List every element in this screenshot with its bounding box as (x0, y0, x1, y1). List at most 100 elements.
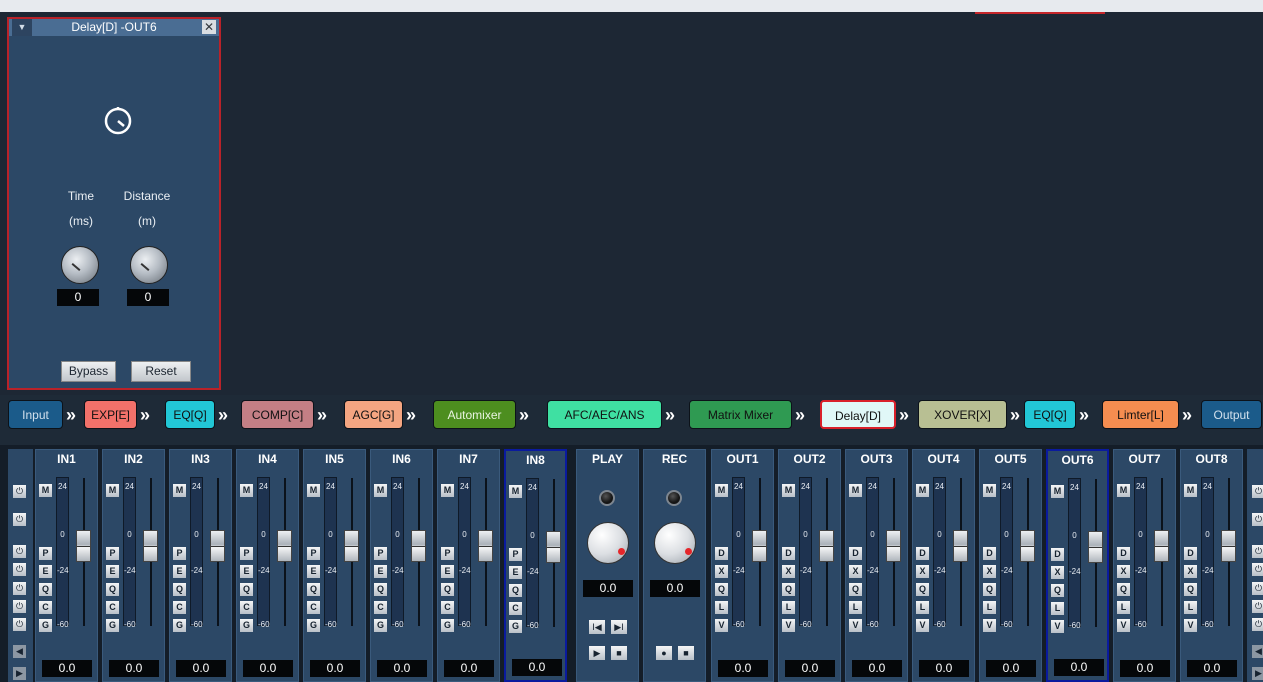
power-icon[interactable]: ⏻ (1252, 600, 1263, 613)
e-button[interactable]: E (173, 565, 186, 578)
g-button[interactable]: G (240, 619, 253, 632)
level-value[interactable]: 0.0 (512, 659, 562, 676)
m-button[interactable]: M (983, 484, 996, 497)
chain-block-7[interactable]: Matrix Mixer (689, 400, 792, 429)
e-button[interactable]: E (441, 565, 454, 578)
q-button[interactable]: Q (39, 583, 52, 596)
p-button[interactable]: P (509, 548, 522, 561)
stop-icon[interactable]: ■ (611, 646, 627, 660)
l-button[interactable]: L (983, 601, 996, 614)
record-icon[interactable]: ● (656, 646, 672, 660)
next-track-icon[interactable]: ▶I (611, 620, 627, 634)
m-button[interactable]: M (916, 484, 929, 497)
power-icon[interactable]: ⏻ (13, 485, 26, 498)
level-value[interactable]: 0.0 (109, 660, 159, 677)
l-button[interactable]: L (715, 601, 728, 614)
scroll-left-icon[interactable]: ◀ (1252, 645, 1263, 658)
p-button[interactable]: P (39, 547, 52, 560)
d-button[interactable]: D (849, 547, 862, 560)
e-button[interactable]: E (106, 565, 119, 578)
rec-volume-knob[interactable] (654, 522, 696, 564)
l-button[interactable]: L (849, 601, 862, 614)
q-button[interactable]: Q (441, 583, 454, 596)
e-button[interactable]: E (509, 566, 522, 579)
m-button[interactable]: M (307, 484, 320, 497)
fader-knob[interactable] (344, 530, 359, 562)
fader-knob[interactable] (210, 530, 225, 562)
d-button[interactable]: D (983, 547, 996, 560)
stop-icon[interactable]: ■ (678, 646, 694, 660)
level-value[interactable]: 0.0 (1187, 660, 1237, 677)
power-icon[interactable]: ⏻ (1252, 582, 1263, 595)
m-button[interactable]: M (106, 484, 119, 497)
c-button[interactable]: C (307, 601, 320, 614)
chain-block-6[interactable]: AFC/AEC/ANS (547, 400, 662, 429)
fader-knob[interactable] (76, 530, 91, 562)
c-button[interactable]: C (509, 602, 522, 615)
v-button[interactable]: V (715, 619, 728, 632)
e-button[interactable]: E (39, 565, 52, 578)
x-button[interactable]: X (1184, 565, 1197, 578)
x-button[interactable]: X (849, 565, 862, 578)
g-button[interactable]: G (106, 619, 119, 632)
e-button[interactable]: E (374, 565, 387, 578)
x-button[interactable]: X (1117, 565, 1130, 578)
level-value[interactable]: 0.0 (919, 660, 969, 677)
v-button[interactable]: V (1184, 619, 1197, 632)
d-button[interactable]: D (782, 547, 795, 560)
scroll-left-icon[interactable]: ◀ (13, 645, 26, 658)
l-button[interactable]: L (1051, 602, 1064, 615)
chain-block-9[interactable]: XOVER[X] (918, 400, 1007, 429)
power-icon[interactable]: ⏻ (13, 545, 26, 558)
p-button[interactable]: P (106, 547, 119, 560)
d-button[interactable]: D (1184, 547, 1197, 560)
panel-title-bar[interactable]: ▼ Delay[D] -OUT6 ✕ (9, 19, 219, 36)
m-button[interactable]: M (39, 484, 52, 497)
collapse-icon[interactable]: ▼ (12, 19, 32, 36)
v-button[interactable]: V (1051, 620, 1064, 633)
power-icon[interactable]: ⏻ (1252, 545, 1263, 558)
q-button[interactable]: Q (782, 583, 795, 596)
level-value[interactable]: 0.0 (986, 660, 1036, 677)
m-button[interactable]: M (849, 484, 862, 497)
bypass-button[interactable]: Bypass (61, 361, 116, 382)
g-button[interactable]: G (374, 619, 387, 632)
q-button[interactable]: Q (916, 583, 929, 596)
power-icon[interactable]: ⏻ (1252, 563, 1263, 576)
chain-block-1[interactable]: EXP[E] (84, 400, 137, 429)
level-value[interactable]: 0.0 (42, 660, 92, 677)
level-value[interactable]: 0.0 (444, 660, 494, 677)
level-value[interactable]: 0.0 (243, 660, 293, 677)
level-value[interactable]: 0.0 (852, 660, 902, 677)
m-button[interactable]: M (1184, 484, 1197, 497)
g-button[interactable]: G (173, 619, 186, 632)
chain-block-3[interactable]: COMP[C] (241, 400, 314, 429)
distance-value[interactable]: 0 (127, 289, 169, 306)
chain-block-4[interactable]: AGC[G] (344, 400, 403, 429)
m-button[interactable]: M (441, 484, 454, 497)
power-icon[interactable]: ⏻ (1252, 485, 1263, 498)
d-button[interactable]: D (916, 547, 929, 560)
p-button[interactable]: P (173, 547, 186, 560)
q-button[interactable]: Q (307, 583, 320, 596)
e-button[interactable]: E (307, 565, 320, 578)
x-button[interactable]: X (782, 565, 795, 578)
close-icon[interactable]: ✕ (202, 20, 216, 34)
d-button[interactable]: D (1117, 547, 1130, 560)
l-button[interactable]: L (1184, 601, 1197, 614)
power-icon[interactable]: ⏻ (13, 600, 26, 613)
rec-value[interactable]: 0.0 (650, 580, 700, 597)
q-button[interactable]: Q (173, 583, 186, 596)
reset-button[interactable]: Reset (131, 361, 191, 382)
v-button[interactable]: V (782, 619, 795, 632)
q-button[interactable]: Q (1117, 583, 1130, 596)
d-button[interactable]: D (715, 547, 728, 560)
x-button[interactable]: X (1051, 566, 1064, 579)
chain-block-11[interactable]: Limter[L] (1102, 400, 1179, 429)
level-value[interactable]: 0.0 (310, 660, 360, 677)
level-value[interactable]: 0.0 (1054, 659, 1104, 676)
q-button[interactable]: Q (374, 583, 387, 596)
q-button[interactable]: Q (1051, 584, 1064, 597)
q-button[interactable]: Q (240, 583, 253, 596)
power-icon[interactable]: ⏻ (1252, 513, 1263, 526)
